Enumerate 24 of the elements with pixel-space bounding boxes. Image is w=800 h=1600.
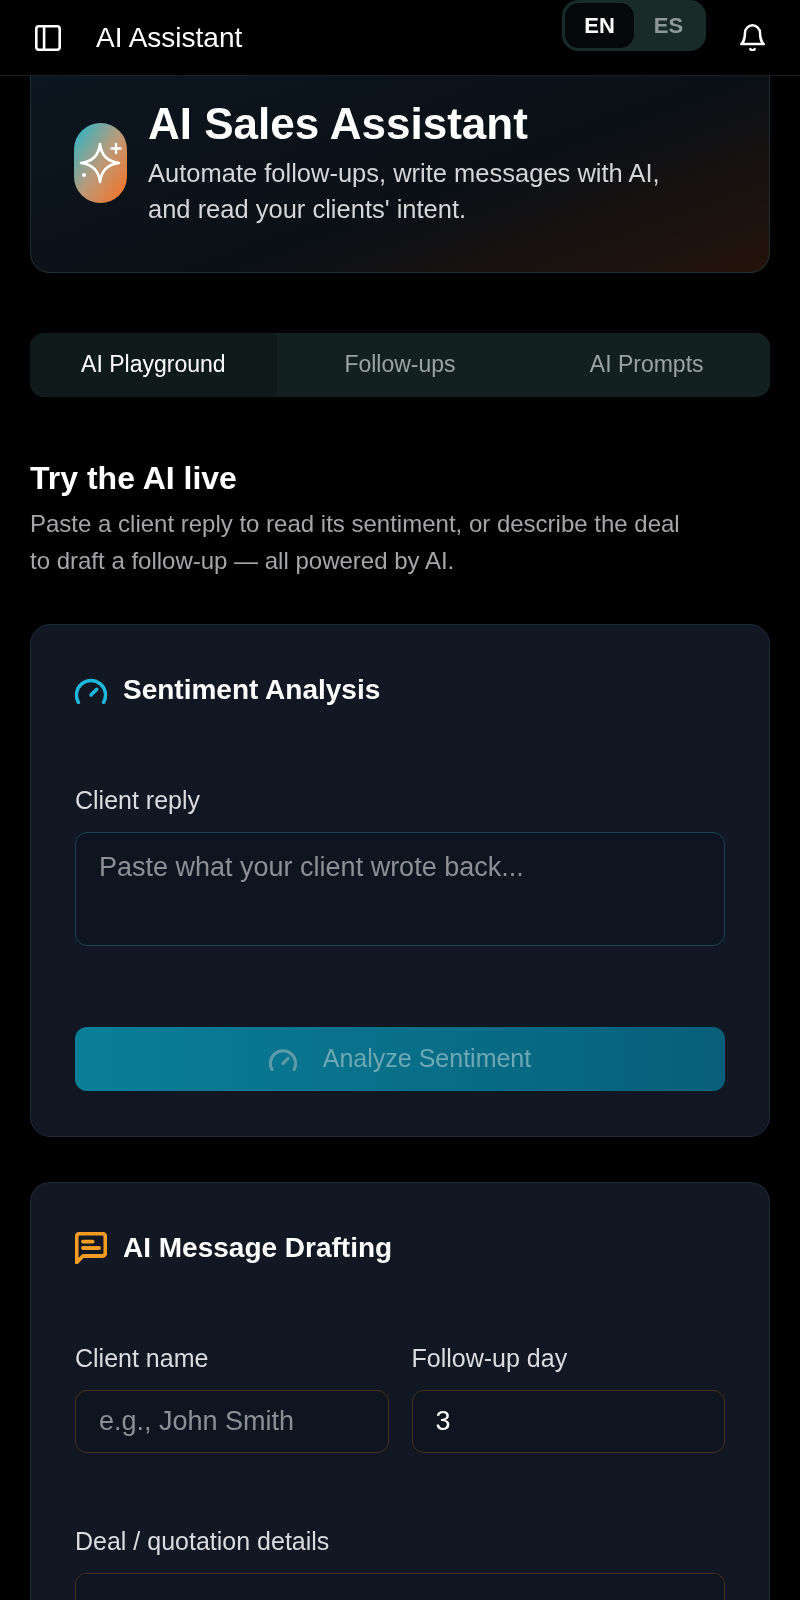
tab[interactable]: AI Playground bbox=[30, 332, 277, 397]
tab[interactable]: Follow-ups bbox=[276, 332, 524, 397]
text-area-field[interactable]: Paste what your client wrote back... bbox=[75, 831, 725, 946]
field-label: Client reply bbox=[75, 784, 202, 815]
gauge-icon bbox=[268, 1046, 297, 1071]
card-title: Sentiment Analysis bbox=[123, 672, 381, 707]
input-field[interactable]: e.g., John Smith bbox=[75, 1389, 389, 1453]
language-option[interactable]: EN bbox=[565, 3, 634, 48]
text-area-field[interactable] bbox=[75, 1572, 725, 1600]
tab[interactable]: AI Prompts bbox=[523, 332, 770, 397]
hero-title: AI Sales Assistant bbox=[148, 99, 529, 150]
bell-icon[interactable] bbox=[740, 24, 765, 51]
field-label: Follow-up day bbox=[411, 1342, 569, 1373]
field-label: Client name bbox=[75, 1342, 210, 1373]
input-field[interactable]: 3 bbox=[411, 1389, 725, 1453]
section-description: Paste a client reply to read its sentiment, or describe the deal to draft a follow-up — all powered by AI. bbox=[30, 508, 681, 576]
sidebar-toggle-icon[interactable] bbox=[35, 24, 61, 51]
language-option[interactable]: ES bbox=[634, 3, 703, 48]
sparkle-icon bbox=[74, 122, 127, 203]
app-title: AI Assistant bbox=[96, 20, 243, 55]
section-title: Try the AI live bbox=[30, 458, 238, 497]
card-title: AI Message Drafting bbox=[123, 1230, 393, 1265]
hero-subtitle: Automate follow-ups, write messages with AI, and read your clients' intent. bbox=[148, 157, 661, 225]
field-label: Deal / quotation details bbox=[75, 1525, 331, 1556]
